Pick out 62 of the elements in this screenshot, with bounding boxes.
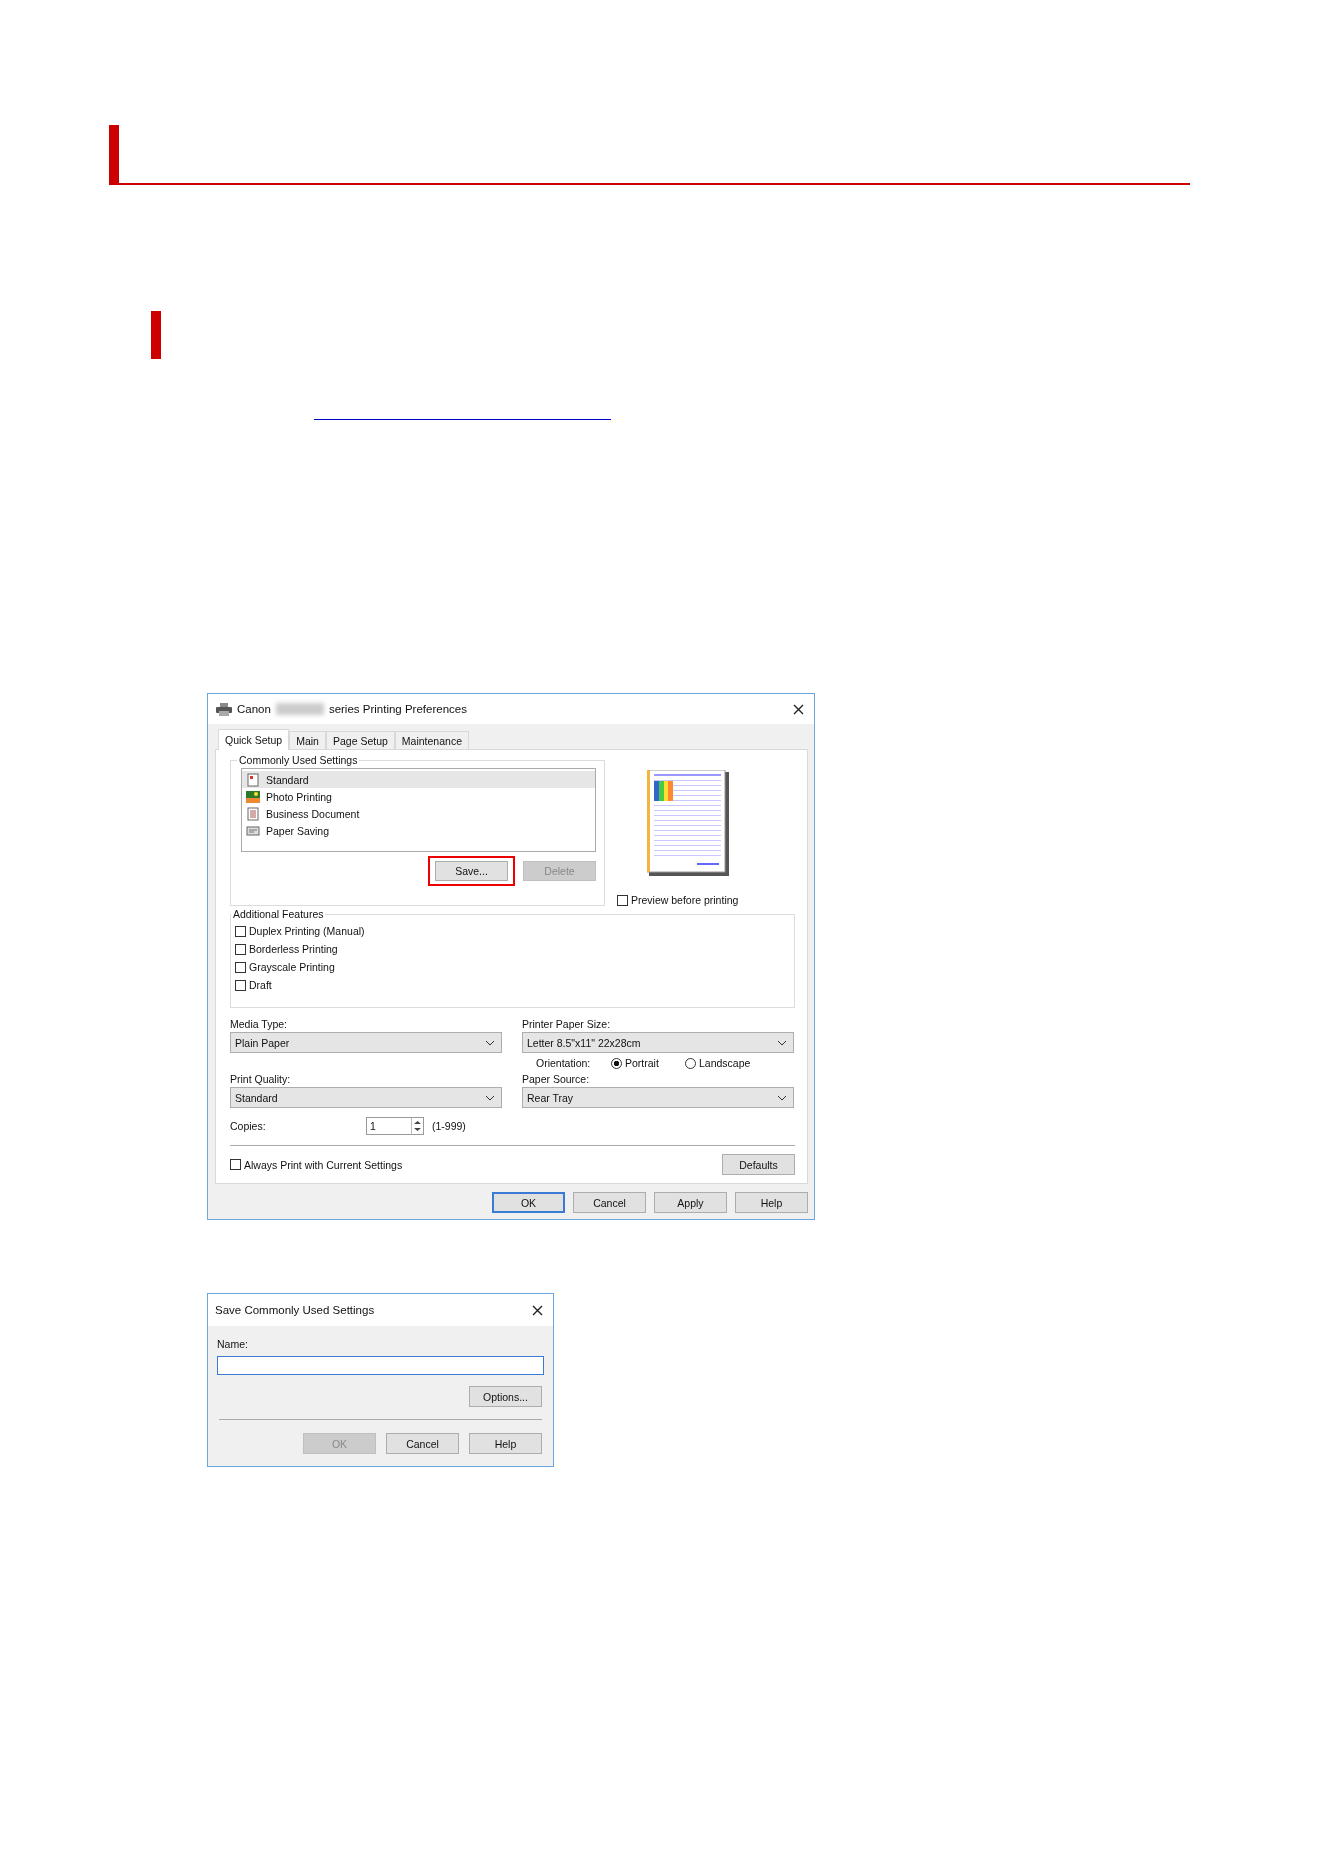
field-label: Paper Source: [522, 1073, 591, 1087]
dropdown[interactable]: Letter 8.5"x11" 22x28cm [522, 1032, 794, 1053]
dialog-button[interactable]: Cancel [573, 1192, 646, 1213]
field-label: Printer Paper Size: [522, 1018, 612, 1032]
range-hint: (1-999) [432, 1120, 466, 1132]
save-button[interactable]: Save... [435, 861, 508, 881]
list-item[interactable]: Business Document [242, 805, 595, 822]
checkbox-label: Draft [249, 979, 272, 991]
field-label: Copies: [230, 1120, 267, 1132]
radio-label: Landscape [699, 1057, 751, 1069]
window-title: series Printing Preferences [328, 703, 467, 715]
radio-button[interactable]: Portrait [611, 1057, 685, 1069]
close-icon[interactable] [532, 1304, 543, 1316]
dialog-button[interactable]: Apply [654, 1192, 727, 1213]
dropdown[interactable]: Plain Paper [230, 1032, 502, 1053]
group-label: Commonly Used Settings [238, 754, 359, 766]
checkbox-label: Grayscale Printing [249, 961, 335, 973]
defaults-button[interactable]: Defaults [722, 1154, 795, 1175]
photo-icon [246, 789, 260, 804]
window-title: Canon [237, 703, 271, 715]
document-icon [246, 806, 260, 821]
window-title: Save Commonly Used Settings [215, 1304, 375, 1316]
checkbox[interactable]: Draft [235, 976, 786, 994]
close-icon[interactable] [793, 703, 804, 715]
tab[interactable]: Maintenance [394, 731, 469, 749]
dialog-button[interactable]: Cancel [386, 1433, 459, 1454]
printer-icon [216, 702, 232, 716]
checkbox[interactable]: Grayscale Printing [235, 958, 786, 976]
tab[interactable]: Page Setup [325, 731, 395, 749]
dialog-button[interactable]: Help [735, 1192, 808, 1213]
dropdown[interactable]: Standard [230, 1087, 502, 1108]
radio-label: Portrait [625, 1057, 659, 1069]
heading-marker [151, 311, 161, 359]
chevron-icon [485, 1094, 495, 1101]
page-icon [246, 772, 260, 787]
dropdown[interactable]: Rear Tray [522, 1087, 794, 1108]
dialog-button[interactable]: OK [492, 1192, 565, 1213]
checkbox-label: Duplex Printing (Manual) [249, 925, 365, 937]
field-label: Media Type: [230, 1018, 288, 1032]
chevron-icon [485, 1039, 495, 1046]
tab[interactable]: Main [289, 731, 326, 749]
checkbox[interactable]: Borderless Printing [235, 940, 786, 958]
group-label: Additional Features [232, 908, 325, 920]
list-item[interactable]: Standard [242, 771, 595, 788]
dialog-button[interactable]: Help [469, 1433, 542, 1454]
chevron-icon [777, 1039, 787, 1046]
checkbox-label: Borderless Printing [249, 943, 338, 955]
chevron-icon [777, 1094, 787, 1101]
radio-button[interactable]: Landscape [685, 1057, 751, 1069]
options-button[interactable]: Options... [469, 1386, 542, 1407]
list-item[interactable]: Paper Saving [242, 822, 595, 839]
blurred-text [275, 703, 324, 715]
field-label: Name: [217, 1338, 249, 1350]
field-label: Print Quality: [230, 1073, 292, 1087]
list-item[interactable]: Photo Printing [242, 788, 595, 805]
checkbox[interactable]: Duplex Printing (Manual) [235, 922, 786, 940]
spinner-arrows-icon[interactable] [411, 1118, 423, 1134]
name-field[interactable] [217, 1356, 544, 1375]
field-label: Orientation: [536, 1057, 592, 1069]
spin-box[interactable]: 1 [366, 1117, 424, 1135]
tab[interactable]: Quick Setup [218, 729, 290, 750]
pages-icon [246, 823, 260, 838]
